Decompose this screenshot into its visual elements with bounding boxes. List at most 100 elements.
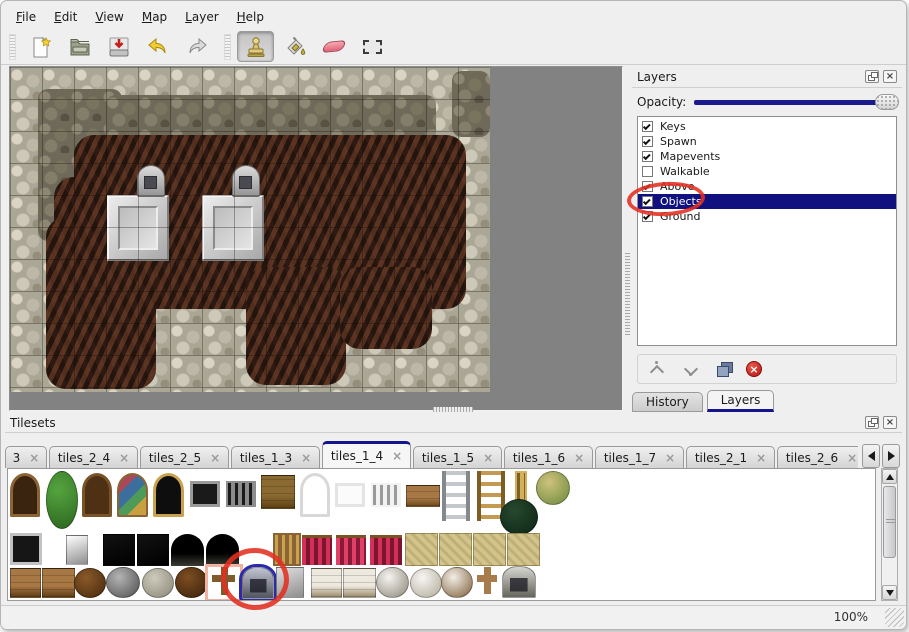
toolbar-grip[interactable] (9, 34, 16, 60)
close-tab-icon[interactable]: × (847, 452, 857, 464)
tileset-tab-tiles_1_6[interactable]: tiles_1_6× (504, 446, 593, 468)
tile-grave-cross[interactable] (208, 567, 240, 599)
tile-window-frame-wood[interactable] (273, 533, 301, 566)
panel-tab-layers[interactable]: Layers (707, 390, 775, 412)
layer-visibility-checkbox[interactable] (642, 136, 653, 147)
close-tab-icon[interactable]: × (574, 452, 584, 464)
move-layer-down-button[interactable] (680, 359, 702, 379)
tileset-tab-tiles_2_1[interactable]: tiles_2_1× (686, 446, 775, 468)
tile-stone-block[interactable] (276, 567, 304, 598)
tile-window-barred[interactable] (226, 481, 256, 507)
scroll-down-button[interactable] (882, 585, 897, 600)
tile-window-brown-arch[interactable] (10, 473, 40, 517)
tile-well-snowy[interactable] (376, 567, 409, 598)
tile-window-awning[interactable] (261, 475, 295, 509)
map-canvas[interactable] (10, 67, 490, 392)
tile-window-white[interactable] (335, 483, 365, 507)
tile-window-small[interactable] (190, 481, 220, 507)
tileset-tab-tiles_1_3[interactable]: tiles_1_3× (231, 446, 320, 468)
layer-row-mapevents[interactable]: Mapevents (638, 149, 896, 164)
tile-bench-snowy[interactable] (343, 568, 376, 598)
tileset-tab-tiles_1_7[interactable]: tiles_1_7× (595, 446, 684, 468)
layer-visibility-checkbox[interactable] (642, 166, 653, 177)
opacity-slider-handle[interactable] (875, 94, 899, 110)
tileset-content[interactable] (7, 468, 876, 601)
close-tab-icon[interactable]: × (392, 450, 402, 462)
tile-sign-wood[interactable] (10, 568, 41, 598)
menu-edit[interactable]: Edit (45, 7, 86, 27)
layer-visibility-checkbox[interactable] (642, 196, 653, 207)
tileset-tab-tiles_1_4[interactable]: tiles_1_4× (322, 441, 411, 468)
tile-well-stone[interactable] (106, 567, 140, 598)
tile-rock-pile[interactable] (142, 568, 174, 598)
fill-tool-button[interactable] (276, 31, 313, 62)
close-tab-icon[interactable]: × (119, 452, 129, 464)
tile-plant-sprout[interactable] (536, 471, 570, 505)
tile-tombstone-snowy[interactable] (502, 566, 536, 598)
tile-window-stained-glass[interactable] (117, 473, 148, 517)
tile-table-wood[interactable] (406, 485, 440, 507)
eraser-tool-button[interactable] (315, 31, 352, 62)
tile-window-white-barred[interactable] (371, 483, 401, 507)
menu-view[interactable]: View (86, 7, 132, 27)
tile-tombstone[interactable] (242, 567, 274, 599)
layer-visibility-checkbox[interactable] (642, 121, 653, 132)
tile-black-tile-1[interactable] (103, 534, 135, 566)
layer-row-ground[interactable]: Ground (638, 209, 896, 224)
tile-bench-wood[interactable] (42, 568, 75, 598)
new-file-button[interactable] (22, 31, 59, 62)
tile-floor-tan-4[interactable] (507, 533, 540, 566)
close-tab-icon[interactable]: × (483, 452, 493, 464)
tile-ladder-metal[interactable] (442, 471, 470, 521)
redo-button[interactable] (178, 31, 215, 62)
close-tab-icon[interactable]: × (29, 452, 39, 464)
tileset-tab-tiles_1_5[interactable]: tiles_1_5× (413, 446, 502, 468)
float-panel-icon[interactable] (865, 70, 879, 83)
scrollbar-thumb[interactable] (883, 486, 896, 558)
tile-curtain-window-red-2[interactable] (370, 535, 402, 565)
tileset-tab-3[interactable]: 3× (5, 446, 47, 468)
vertical-splitter-grip[interactable] (625, 253, 630, 335)
tile-floor-tan-1[interactable] (405, 533, 438, 566)
open-button[interactable] (61, 31, 98, 62)
toolbar-grip[interactable] (224, 34, 231, 60)
tile-bush-flowers[interactable] (46, 471, 78, 529)
tile-window-dark-arch[interactable] (153, 473, 184, 517)
menu-map[interactable]: Map (133, 7, 176, 27)
layer-visibility-checkbox[interactable] (642, 151, 653, 162)
tile-cave-opening-2[interactable] (206, 534, 239, 566)
tileset-tab-tiles_2_4[interactable]: tiles_2_4× (49, 446, 138, 468)
tile-mound-snowy[interactable] (441, 567, 473, 598)
tile-stove-metal[interactable] (10, 533, 42, 565)
move-layer-up-button[interactable] (646, 359, 668, 379)
layer-visibility-checkbox[interactable] (642, 181, 653, 192)
horizontal-splitter-grip[interactable] (433, 407, 473, 412)
tile-floor-tan-3[interactable] (473, 533, 506, 566)
close-tab-icon[interactable]: × (210, 452, 220, 464)
close-panel-icon[interactable]: × (883, 416, 897, 429)
scroll-up-button[interactable] (882, 469, 897, 484)
tile-door-light[interactable] (66, 535, 88, 565)
layer-row-keys[interactable]: Keys (638, 119, 896, 134)
opacity-slider[interactable] (694, 100, 897, 105)
layer-row-walkable[interactable]: Walkable (638, 164, 896, 179)
tile-window-shutters[interactable] (82, 473, 112, 517)
tile-sign-snowy[interactable] (311, 568, 342, 598)
tile-rock-pile-snowy[interactable] (410, 568, 442, 598)
tile-bush-dark[interactable] (500, 499, 538, 535)
close-panel-icon[interactable]: × (883, 70, 897, 83)
tileset-scrollbar[interactable] (881, 468, 898, 601)
menu-help[interactable]: Help (228, 7, 273, 27)
tile-cave-opening-1[interactable] (171, 534, 204, 566)
layer-row-spawn[interactable]: Spawn (638, 134, 896, 149)
delete-layer-button[interactable]: × (746, 361, 762, 377)
select-tool-button[interactable] (354, 31, 391, 62)
float-panel-icon[interactable] (865, 416, 879, 429)
tile-curtain-window-red-1[interactable] (302, 535, 332, 565)
layer-visibility-checkbox[interactable] (642, 211, 653, 222)
layer-row-objects[interactable]: Objects (638, 194, 896, 209)
save-button[interactable] (100, 31, 137, 62)
layer-row-above[interactable]: Above (638, 179, 896, 194)
resize-grip[interactable] (885, 608, 904, 627)
tile-barrel[interactable] (175, 567, 208, 598)
